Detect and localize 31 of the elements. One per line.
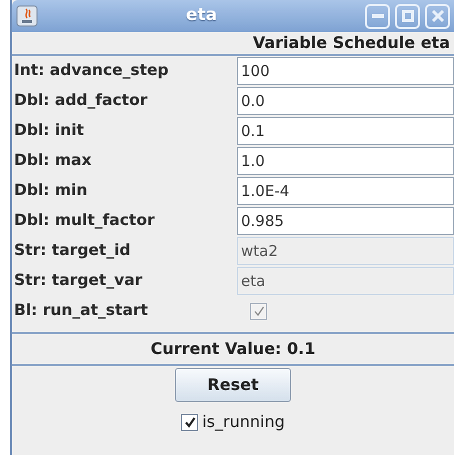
checkbox[interactable] (181, 414, 198, 430)
field-label: Str: target_id (13, 240, 132, 262)
reset-button[interactable]: Reset (175, 368, 291, 402)
text-field[interactable]: 0.0 (237, 87, 454, 115)
window-title: eta (186, 5, 218, 26)
close-icon (432, 10, 444, 22)
minimize-icon (372, 14, 384, 18)
field-label: Bl: run_at_start (13, 300, 149, 322)
text-field[interactable]: 100 (237, 57, 454, 85)
panel-header: Variable Schedule eta (252, 32, 450, 54)
field-label: Dbl: add_factor (13, 90, 148, 112)
checkbox-label: is_running (202, 411, 285, 433)
text-field[interactable]: eta (237, 267, 454, 295)
current-value: Current Value: 0.1 (150, 338, 316, 360)
check-icon (184, 416, 196, 428)
field-label: Dbl: mult_factor (13, 210, 156, 232)
maximize-button[interactable] (395, 4, 420, 28)
minimize-button[interactable] (365, 4, 390, 28)
field-label: Dbl: min (13, 180, 88, 202)
maximize-icon (402, 10, 414, 22)
text-field[interactable]: 1.0E-4 (237, 177, 454, 205)
text-field[interactable]: 1.0 (237, 147, 454, 175)
field-label: Int: advance_step (13, 60, 170, 82)
app-icon (16, 5, 38, 27)
text-field[interactable]: 0.985 (237, 207, 454, 235)
text-field[interactable]: wta2 (237, 237, 454, 265)
field-label: Dbl: max (13, 150, 92, 172)
close-button[interactable] (425, 4, 450, 28)
text-field[interactable]: 0.1 (237, 117, 454, 145)
field-label: Str: target_var (13, 270, 144, 292)
field-label: Dbl: init (13, 120, 85, 142)
